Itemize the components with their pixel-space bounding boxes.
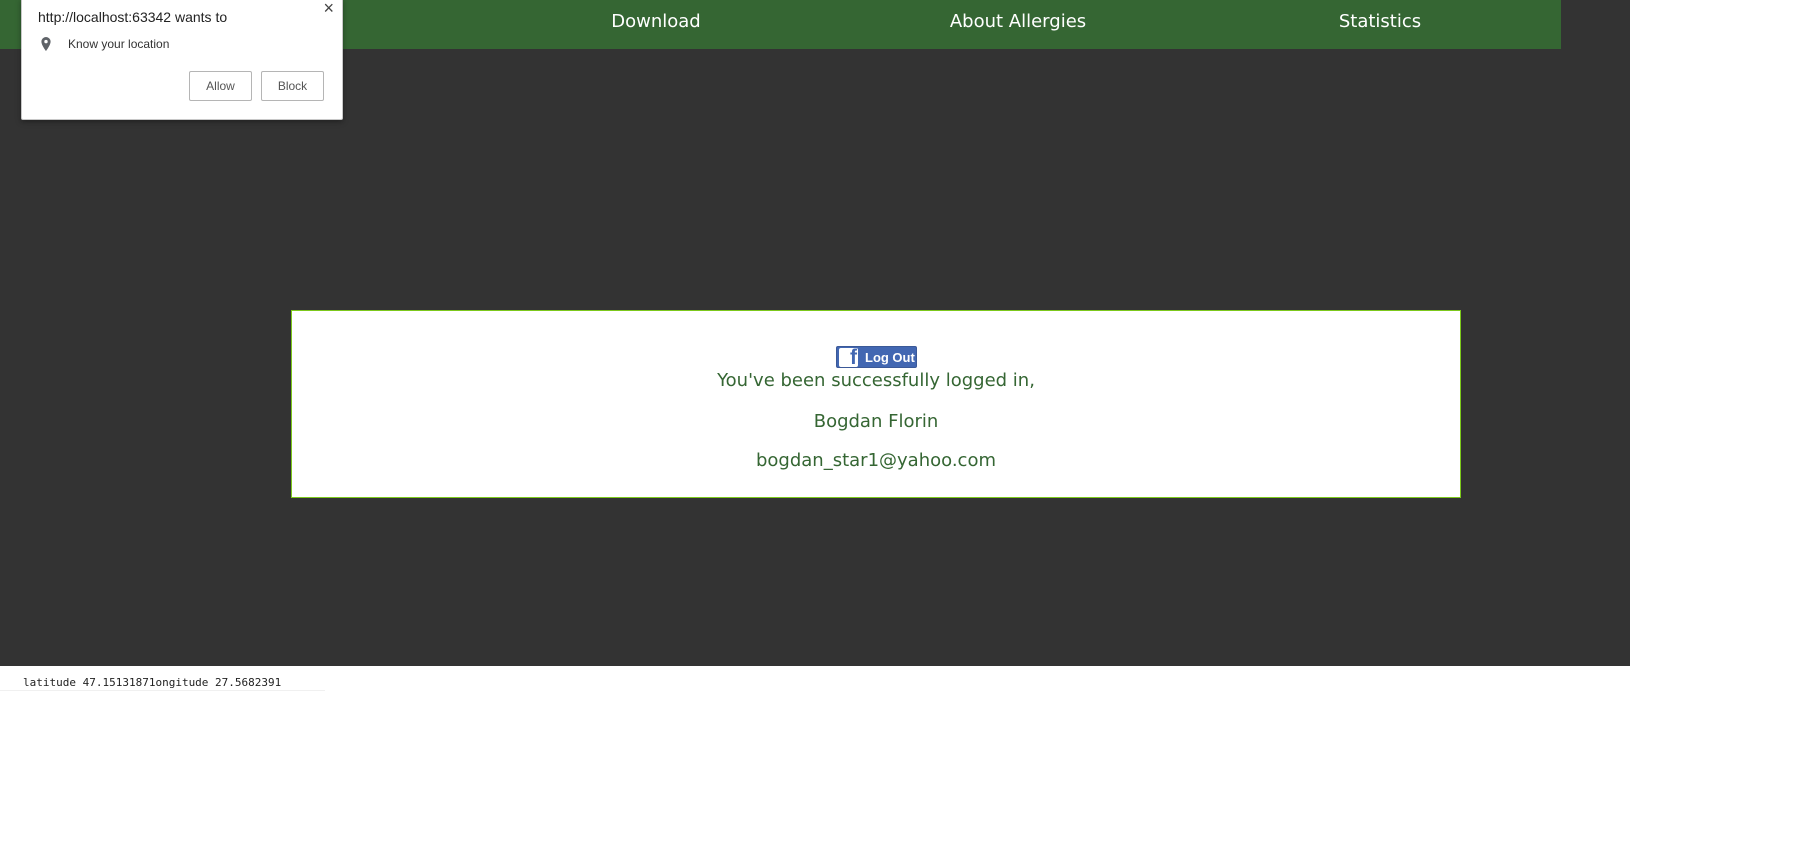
facebook-icon: f [839,347,858,367]
facebook-logout-button[interactable]: f Log Out [836,346,917,368]
login-status-box: f Log Out You've been successfully logge… [291,310,1461,498]
location-pin-icon [41,37,51,51]
divider [0,690,325,691]
location-coordinates: latitude 47.15131871ongitude 27.5682391 [23,676,282,689]
close-icon[interactable]: × [323,0,334,17]
popup-title: http://localhost:63342 wants to [38,9,228,25]
user-email: bogdan_star1@yahoo.com [755,450,996,471]
user-name: Bogdan Florin [813,411,939,432]
nav-about-allergies[interactable]: About Allergies [950,11,1086,32]
logout-label: Log Out [865,349,915,365]
nav-statistics[interactable]: Statistics [1339,11,1421,32]
location-permission-popup: http://localhost:63342 wants to × Know y… [21,0,343,120]
permission-row: Know your location [38,36,169,52]
block-button[interactable]: Block [261,71,324,101]
permission-label: Know your location [68,37,170,51]
allow-button[interactable]: Allow [189,71,252,101]
nav-download[interactable]: Download [611,11,700,32]
login-success-message: You've been successfully logged in, [717,370,1035,391]
